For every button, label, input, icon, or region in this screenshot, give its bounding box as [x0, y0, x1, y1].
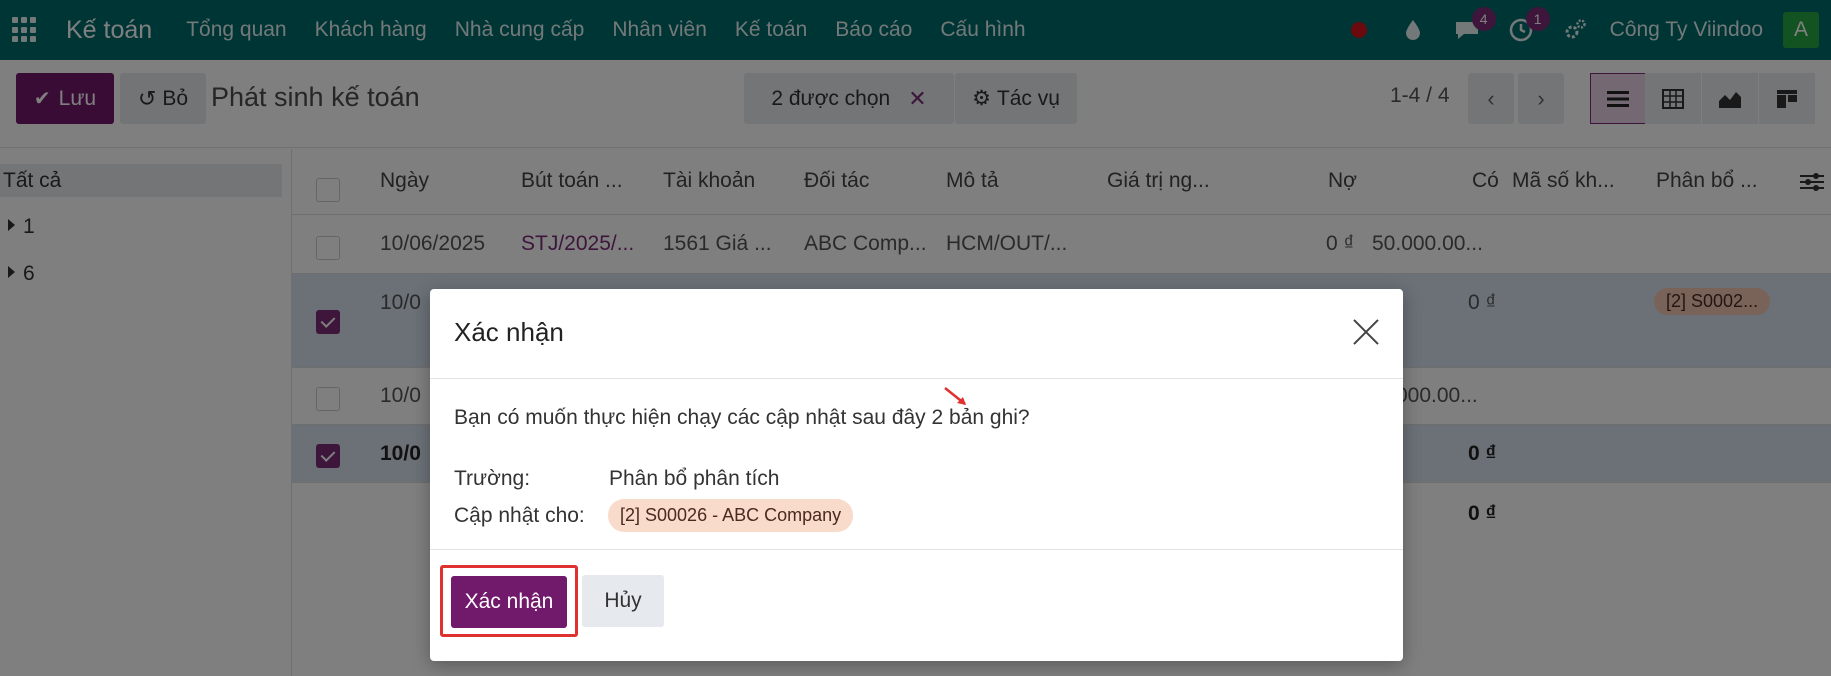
dialog-footer: Xác nhận Hủy — [430, 551, 1403, 661]
confirm-button[interactable]: Xác nhận — [451, 576, 567, 628]
confirm-highlight: Xác nhận — [440, 565, 578, 637]
close-icon[interactable] — [1351, 317, 1381, 347]
confirm-dialog: Xác nhận Bạn có muốn thực hiện chạy các … — [430, 289, 1403, 661]
cancel-button[interactable]: Hủy — [582, 575, 664, 627]
dialog-body: Bạn có muốn thực hiện chạy các cập nhật … — [430, 380, 1403, 550]
dialog-header: Xác nhận — [430, 289, 1403, 379]
update-label: Cập nhật cho: — [454, 504, 585, 527]
field-label: Trường: — [454, 467, 531, 490]
confirm-question: Bạn có muốn thực hiện chạy các cập nhật … — [454, 406, 1030, 429]
field-value: Phân bổ phân tích — [609, 467, 780, 490]
update-value-tag: [2] S00026 - ABC Company — [608, 499, 854, 532]
dialog-title: Xác nhận — [454, 317, 564, 347]
